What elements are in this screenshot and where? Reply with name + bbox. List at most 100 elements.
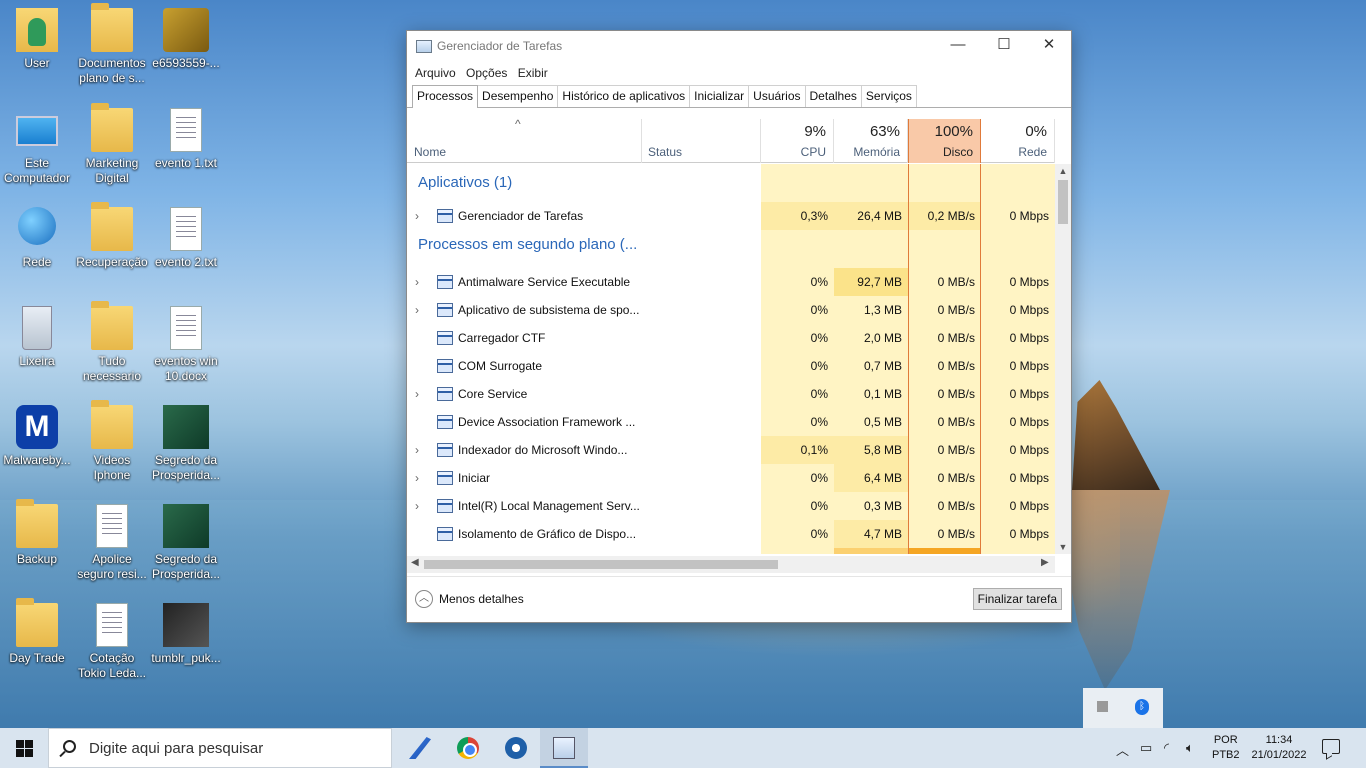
desktop-icon-cotacao[interactable]: Cotação Tokio Leda...	[75, 603, 149, 681]
table-row[interactable]: Device Association Framework ... 0% 0,5 …	[407, 408, 1055, 436]
windows-logo-icon	[16, 740, 33, 757]
scroll-thumb[interactable]	[1058, 180, 1068, 224]
less-details-button[interactable]: ︿ Menos detalhes	[415, 590, 524, 608]
printer-icon	[437, 303, 453, 317]
table-row[interactable]: › Gerenciador de Tarefas 0,3% 26,4 MB 0,…	[407, 202, 1055, 230]
scroll-down-icon[interactable]: ▼	[1055, 542, 1071, 552]
desktop-icon-evento-1[interactable]: evento 1.txt	[149, 108, 223, 171]
network-icon	[18, 207, 56, 245]
table-row[interactable]: › Antimalware Service Executable 0% 92,7…	[407, 268, 1055, 296]
menu-exibir[interactable]: Exibir	[517, 63, 554, 80]
desktop-icon-malwarebytes[interactable]: Malwareby...	[0, 405, 74, 468]
tab-desempenho[interactable]: Desempenho	[477, 85, 559, 107]
desktop-icon-este-computador[interactable]: Este Computador	[0, 108, 74, 186]
vertical-scrollbar[interactable]: ▲ ▼	[1055, 164, 1071, 554]
expand-chevron-icon[interactable]: ›	[415, 436, 419, 464]
process-window-icon	[437, 499, 453, 513]
table-row-partial[interactable]	[407, 548, 1055, 554]
desktop-icon-segredo-prosperidade-2[interactable]: Segredo da Prosperida...	[149, 504, 223, 582]
horizontal-scrollbar[interactable]: ◀ ▶	[407, 556, 1055, 573]
group-header-apps[interactable]: Aplicativos (1)	[407, 164, 1055, 202]
desktop-icon-day-trade[interactable]: Day Trade	[0, 598, 74, 666]
folder-icon	[91, 400, 133, 449]
language-indicator[interactable]: POR PTB2	[1212, 733, 1240, 763]
chrome-icon	[457, 737, 479, 759]
table-row[interactable]: › Core Service 0% 0,1 MB 0 MB/s 0 Mbps	[407, 380, 1055, 408]
desktop-icon-e6593559[interactable]: e6593559-...	[149, 8, 223, 71]
header-status[interactable]: Status	[642, 119, 761, 163]
folder-icon	[91, 202, 133, 251]
expand-chevron-icon[interactable]: ›	[415, 296, 419, 324]
menu-opcoes[interactable]: Opções	[465, 63, 513, 80]
search-box[interactable]: Digite aqui para pesquisar	[48, 728, 392, 768]
scroll-right-icon[interactable]: ▶	[1041, 557, 1049, 568]
text-file-icon	[170, 108, 202, 152]
table-row[interactable]: COM Surrogate 0% 0,7 MB 0 MB/s 0 Mbps	[407, 352, 1055, 380]
battery-icon[interactable]: ▭	[1140, 740, 1152, 756]
desktop-icon-apolice[interactable]: Apolice seguro resi...	[75, 504, 149, 582]
task-manager-window[interactable]: Gerenciador de Tarefas — ☐ ✕ Arquivo Opç…	[406, 30, 1072, 623]
desktop-icon-tudo-necessario[interactable]: Tudo necessario	[75, 301, 149, 384]
desktop-icon-lixeira[interactable]: Lixeira	[0, 306, 74, 369]
bluetooth-icon[interactable]: ᛒ	[1135, 699, 1149, 715]
tab-processos[interactable]: Processos	[412, 85, 479, 108]
maximize-button[interactable]: ☐	[981, 31, 1027, 61]
word-document-icon	[170, 306, 202, 350]
desktop-icon-videos-iphone[interactable]: Videos Iphone	[75, 400, 149, 483]
close-button[interactable]: ✕	[1026, 31, 1072, 61]
book-cover-icon	[163, 504, 209, 548]
table-row[interactable]: Isolamento de Gráfico de Dispo... 0% 4,7…	[407, 520, 1055, 548]
header-network[interactable]: 0% Rede	[981, 119, 1055, 163]
expand-chevron-icon[interactable]: ›	[415, 492, 419, 520]
header-cpu[interactable]: 9% CPU	[761, 119, 834, 163]
footer: ︿ Menos detalhes Finalizar tarefa	[407, 576, 1071, 622]
wifi-icon[interactable]: ◜	[1164, 740, 1169, 756]
scroll-up-icon[interactable]: ▲	[1055, 166, 1071, 176]
header-memory[interactable]: 63% Memória	[834, 119, 908, 163]
expand-chevron-icon[interactable]: ›	[415, 464, 419, 492]
desktop-icon-recuperacao[interactable]: Recuperação	[75, 202, 149, 270]
desktop-icon-tumblr[interactable]: tumblr_puk...	[149, 603, 223, 666]
desktop-icon-segredo-prosperidade-1[interactable]: Segredo da Prosperida...	[149, 405, 223, 483]
scroll-left-icon[interactable]: ◀	[411, 557, 419, 568]
header-name[interactable]: ^ Nome	[407, 117, 642, 163]
desktop-icon-marketing-digital[interactable]: Marketing Digital	[75, 103, 149, 186]
desktop-icon-rede[interactable]: Rede	[0, 207, 74, 270]
group-header-background[interactable]: Processos em segundo plano (...	[407, 230, 1055, 268]
tab-servicos[interactable]: Serviços	[860, 85, 917, 107]
table-row[interactable]: › Iniciar 0% 6,4 MB 0 MB/s 0 Mbps	[407, 464, 1055, 492]
header-disk[interactable]: 100% Disco	[908, 119, 981, 163]
taskbar-app-quill[interactable]	[396, 728, 444, 768]
computer-icon	[16, 116, 58, 146]
desktop-icon-backup[interactable]: Backup	[0, 499, 74, 567]
desktop-icon-eventos-win10[interactable]: eventos win 10.docx	[149, 306, 223, 384]
desktop-icon-evento-2[interactable]: evento 2.txt	[149, 207, 223, 270]
tab-usuarios[interactable]: Usuários	[748, 85, 806, 107]
tab-detalhes[interactable]: Detalhes	[804, 85, 862, 107]
minimize-button[interactable]: —	[935, 31, 981, 61]
desktop-icon-documentos[interactable]: Documentos plano de s...	[75, 3, 149, 86]
tab-inicializar[interactable]: Inicializar	[689, 85, 750, 107]
notifications-icon[interactable]	[1322, 739, 1340, 754]
taskbar-app-chrome[interactable]	[444, 728, 492, 768]
expand-chevron-icon[interactable]: ›	[415, 202, 419, 230]
desktop-icon-user[interactable]: User	[0, 8, 74, 71]
taskbar-app-settings[interactable]	[492, 728, 540, 768]
tab-historico[interactable]: Histórico de aplicativos	[557, 85, 691, 107]
app-tray-icon[interactable]	[1097, 701, 1108, 712]
taskbar-app-task-manager[interactable]	[540, 728, 588, 768]
chevron-up-icon[interactable]: ︿	[1116, 740, 1129, 759]
volume-icon[interactable]: 🔈︎	[1186, 740, 1194, 756]
title-bar[interactable]: Gerenciador de Tarefas — ☐ ✕	[407, 31, 1071, 63]
start-button[interactable]	[0, 728, 48, 768]
menu-arquivo[interactable]: Arquivo	[414, 63, 462, 80]
table-row[interactable]: › Aplicativo de subsistema de spo... 0% …	[407, 296, 1055, 324]
table-row[interactable]: Carregador CTF 0% 2,0 MB 0 MB/s 0 Mbps	[407, 324, 1055, 352]
clock[interactable]: 11:34 21/01/2022	[1248, 733, 1310, 763]
end-task-button[interactable]: Finalizar tarefa	[972, 588, 1062, 610]
scroll-thumb[interactable]	[424, 560, 778, 569]
table-row[interactable]: › Intel(R) Local Management Serv... 0% 0…	[407, 492, 1055, 520]
table-row[interactable]: › Indexador do Microsoft Windo... 0,1% 5…	[407, 436, 1055, 464]
expand-chevron-icon[interactable]: ›	[415, 380, 419, 408]
expand-chevron-icon[interactable]: ›	[415, 268, 419, 296]
